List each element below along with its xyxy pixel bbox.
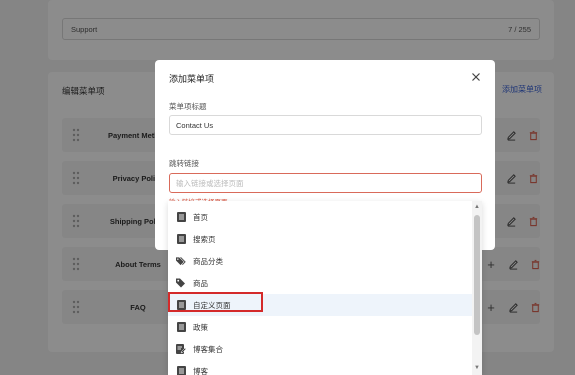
tags-icon (176, 256, 186, 266)
document-icon (176, 366, 186, 375)
dropdown-item-blog[interactable]: 博客 (168, 360, 472, 375)
dropdown-item-home[interactable]: 首页 (168, 206, 472, 228)
link-input[interactable] (169, 173, 482, 193)
dropdown-item-label: 搜索页 (193, 234, 216, 244)
dropdown-item-label: 商品分类 (193, 256, 223, 266)
dropdown-item-blog-collection[interactable]: 博客集合 (168, 338, 472, 360)
dropdown-item-label: 政策 (193, 322, 208, 332)
document-icon (176, 212, 186, 222)
title-field-label: 菜单项标题 (169, 102, 207, 111)
dropdown-scrollbar[interactable]: ▲ ▼ (472, 201, 482, 375)
close-icon[interactable] (469, 70, 483, 84)
document-icon (176, 234, 186, 244)
dropdown-item-categories[interactable]: 商品分类 (168, 250, 472, 272)
dialog-title: 添加菜单项 (169, 74, 215, 84)
dropdown-item-label: 首页 (193, 212, 208, 222)
scroll-up-arrow-icon[interactable]: ▲ (472, 203, 482, 211)
dropdown-item-policy[interactable]: 政策 (168, 316, 472, 338)
document-icon (176, 322, 186, 332)
link-field-label: 跳转链接 (169, 159, 199, 168)
scroll-thumb[interactable] (474, 215, 480, 335)
dropdown-item-label: 博客集合 (193, 344, 223, 354)
dropdown-item-search[interactable]: 搜索页 (168, 228, 472, 250)
dropdown-item-label: 商品 (193, 278, 208, 288)
title-input[interactable] (169, 115, 482, 135)
link-options-dropdown: 首页 搜索页 商品分类 商品 自定义页面 政策 博客集合 博客 (168, 201, 482, 375)
dropdown-item-label: 博客 (193, 366, 208, 375)
tag-icon (176, 278, 186, 288)
dropdown-item-product[interactable]: 商品 (168, 272, 472, 294)
edit-document-icon (176, 344, 186, 354)
scroll-down-arrow-icon[interactable]: ▼ (472, 364, 482, 372)
highlight-annotation-box (168, 292, 263, 312)
